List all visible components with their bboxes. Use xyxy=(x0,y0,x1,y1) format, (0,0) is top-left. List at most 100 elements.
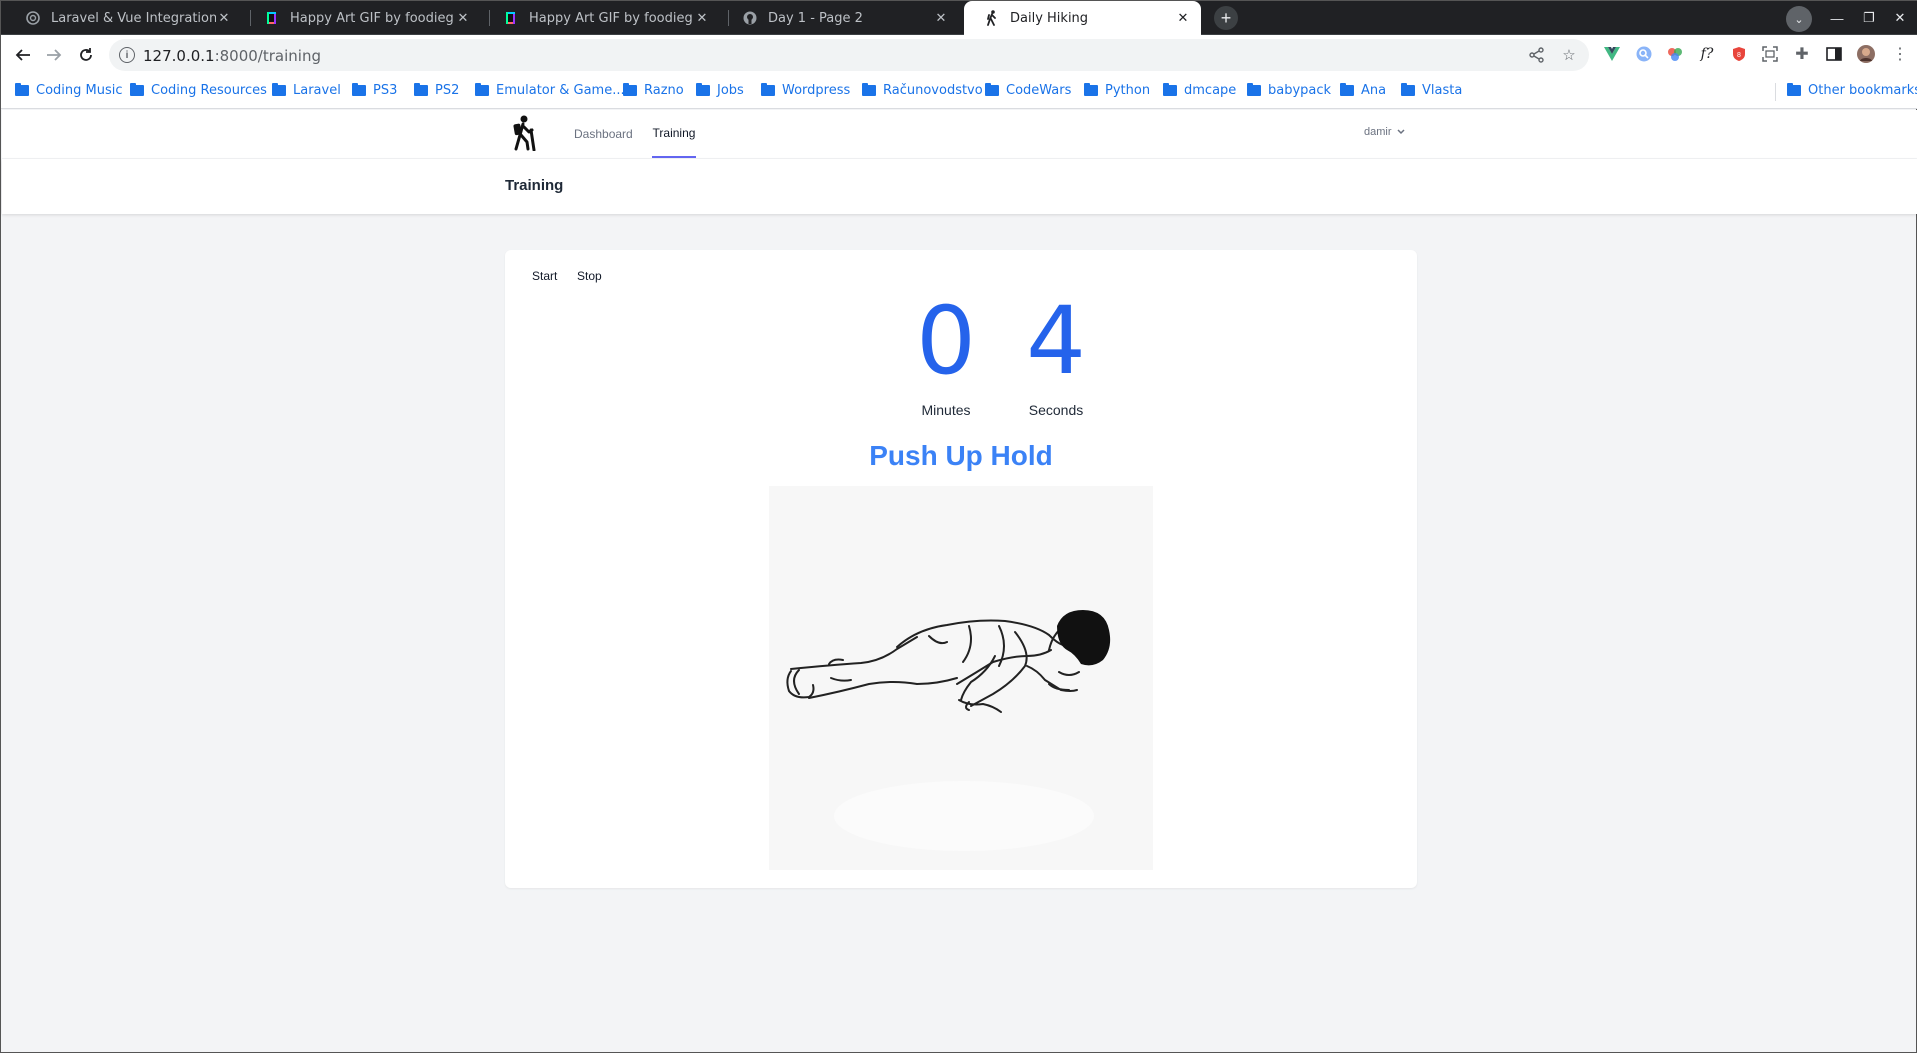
bookmark-label: Ana xyxy=(1361,83,1387,98)
adblock-icon[interactable]: 8 xyxy=(1728,43,1750,65)
hiker-icon xyxy=(984,10,1000,26)
reload-icon xyxy=(80,48,92,61)
address-bar[interactable]: i 127.0.0.1:8000/training ☆ xyxy=(109,39,1589,71)
folder-icon xyxy=(761,83,775,96)
folder-icon xyxy=(414,83,428,96)
folder-icon xyxy=(352,83,366,96)
close-window-button[interactable]: ✕ xyxy=(1888,6,1912,30)
new-tab-button[interactable]: + xyxy=(1214,6,1238,30)
bookmark-label: Laravel xyxy=(293,83,341,98)
folder-icon xyxy=(130,83,144,96)
side-panel-icon[interactable] xyxy=(1823,43,1845,65)
nav-dashboard[interactable]: Dashboard xyxy=(574,110,633,158)
nav-training[interactable]: Training xyxy=(652,110,696,158)
bookmark-folder[interactable]: PS2 xyxy=(414,83,459,98)
svg-text:8: 8 xyxy=(1737,52,1741,59)
bookmark-folder[interactable]: Ana xyxy=(1340,83,1386,98)
bookmark-folder[interactable]: Računovodstvo xyxy=(862,83,983,98)
user-name: damir xyxy=(1364,126,1392,138)
folder-icon xyxy=(1084,83,1098,96)
tab-title: Happy Art GIF by foodieg - Find xyxy=(529,10,694,26)
extensions-puzzle-icon[interactable]: ✚ xyxy=(1791,43,1813,65)
bookmark-folder[interactable]: Wordpress xyxy=(761,83,850,98)
close-tab-icon[interactable]: ✕ xyxy=(455,11,471,26)
bookmark-folder[interactable]: CodeWars xyxy=(985,83,1071,98)
tab-title: Day 1 - Page 2 xyxy=(768,10,863,26)
openai-icon xyxy=(25,10,41,26)
tab-active[interactable]: Daily Hiking ✕ xyxy=(964,1,1201,35)
bookmark-folder[interactable]: Razno xyxy=(623,83,684,98)
bookmarks-bar: Coding Music Coding Resources Laravel PS… xyxy=(1,75,1917,109)
folder-icon xyxy=(862,83,876,96)
bookmark-folder[interactable]: Emulator & Game... xyxy=(475,83,625,98)
bookmark-folder[interactable]: PS3 xyxy=(352,83,397,98)
close-tab-icon[interactable]: ✕ xyxy=(216,11,232,26)
arrow-left-icon xyxy=(15,49,30,61)
bookmark-label: PS2 xyxy=(435,83,460,98)
color-picker-icon[interactable] xyxy=(1664,43,1686,65)
maximize-button[interactable]: ❐ xyxy=(1857,6,1881,30)
bookmark-folder[interactable]: Jobs xyxy=(696,83,744,98)
folder-icon xyxy=(985,83,999,96)
bookmark-folder[interactable]: Coding Music xyxy=(15,83,123,98)
push-up-illustration xyxy=(769,486,1153,870)
bookmark-label: Coding Resources xyxy=(151,83,267,98)
bookmark-label: Python xyxy=(1105,83,1151,98)
vue-devtools-icon[interactable] xyxy=(1601,43,1623,65)
timer-seconds: 4 xyxy=(1026,287,1086,396)
github-icon xyxy=(742,10,758,26)
bookmark-label: Računovodstvo xyxy=(883,83,983,98)
back-button[interactable] xyxy=(11,43,35,67)
close-tab-icon[interactable]: ✕ xyxy=(933,11,949,26)
folder-icon xyxy=(1401,83,1415,96)
reload-button[interactable] xyxy=(74,43,98,67)
bookmark-label: Razno xyxy=(644,83,684,98)
page-header: Training xyxy=(2,159,1917,214)
nav-training-label: Training xyxy=(652,126,696,140)
app-navbar: Dashboard Training damir xyxy=(2,110,1917,159)
bookmark-label: Wordpress xyxy=(782,83,851,98)
bookmark-folder[interactable]: Vlasta xyxy=(1401,83,1462,98)
stop-button[interactable]: Stop xyxy=(577,269,602,283)
folder-icon xyxy=(15,83,29,96)
user-menu[interactable]: damir xyxy=(1364,126,1406,138)
bookmark-label: Jobs xyxy=(717,83,744,98)
chrome-menu-icon[interactable]: ⋮ xyxy=(1889,43,1911,65)
screenshot-icon[interactable] xyxy=(1759,43,1781,65)
tab[interactable]: Happy Art GIF by foodieg - Find ✕ xyxy=(483,1,720,35)
other-bookmarks[interactable]: Other bookmarks xyxy=(1787,83,1917,98)
forward-button[interactable] xyxy=(42,43,66,67)
bookmark-folder[interactable]: dmcape xyxy=(1163,83,1236,98)
profile-avatar[interactable] xyxy=(1855,43,1877,65)
bookmark-label: PS3 xyxy=(373,83,398,98)
tab[interactable]: Laravel & Vue Integration ✕ xyxy=(5,1,242,35)
tab-search-button[interactable]: ⌄ xyxy=(1786,6,1812,32)
font-finder-icon[interactable]: f? xyxy=(1696,43,1718,65)
minutes-label: Minutes xyxy=(921,402,971,418)
folder-icon xyxy=(696,83,710,96)
tab[interactable]: Happy Art GIF by foodieg - Find ✕ xyxy=(244,1,481,35)
seconds-label: Seconds xyxy=(1028,402,1084,418)
bookmark-folder[interactable]: babypack xyxy=(1247,83,1331,98)
training-card: Start Stop 0 4 Minutes Seconds Push Up H… xyxy=(505,250,1417,888)
chevron-down-icon xyxy=(1396,129,1405,135)
site-info-icon[interactable]: i xyxy=(119,47,135,63)
share-icon[interactable] xyxy=(1527,45,1547,65)
url-path: :8000/training xyxy=(214,47,321,65)
bookmark-label: Coding Music xyxy=(36,83,123,98)
start-button[interactable]: Start xyxy=(532,269,557,283)
bookmark-star-icon[interactable]: ☆ xyxy=(1559,45,1579,65)
close-tab-icon[interactable]: ✕ xyxy=(694,11,710,26)
browser-toolbar: i 127.0.0.1:8000/training ☆ xyxy=(1,35,1917,75)
hiker-logo-icon[interactable] xyxy=(507,115,537,152)
bookmark-folder[interactable]: Python xyxy=(1084,83,1150,98)
bookmark-folder[interactable]: Coding Resources xyxy=(130,83,267,98)
bookmark-label: CodeWars xyxy=(1006,83,1072,98)
tab-title: Happy Art GIF by foodieg - Find xyxy=(290,10,455,26)
tab[interactable]: Day 1 - Page 2 ✕ xyxy=(722,1,959,35)
close-tab-icon[interactable]: ✕ xyxy=(1175,11,1191,26)
bookmark-folder[interactable]: Laravel xyxy=(272,83,341,98)
minimize-button[interactable]: — xyxy=(1825,6,1849,30)
search-extension-icon[interactable] xyxy=(1633,43,1655,65)
folder-icon xyxy=(272,83,286,96)
